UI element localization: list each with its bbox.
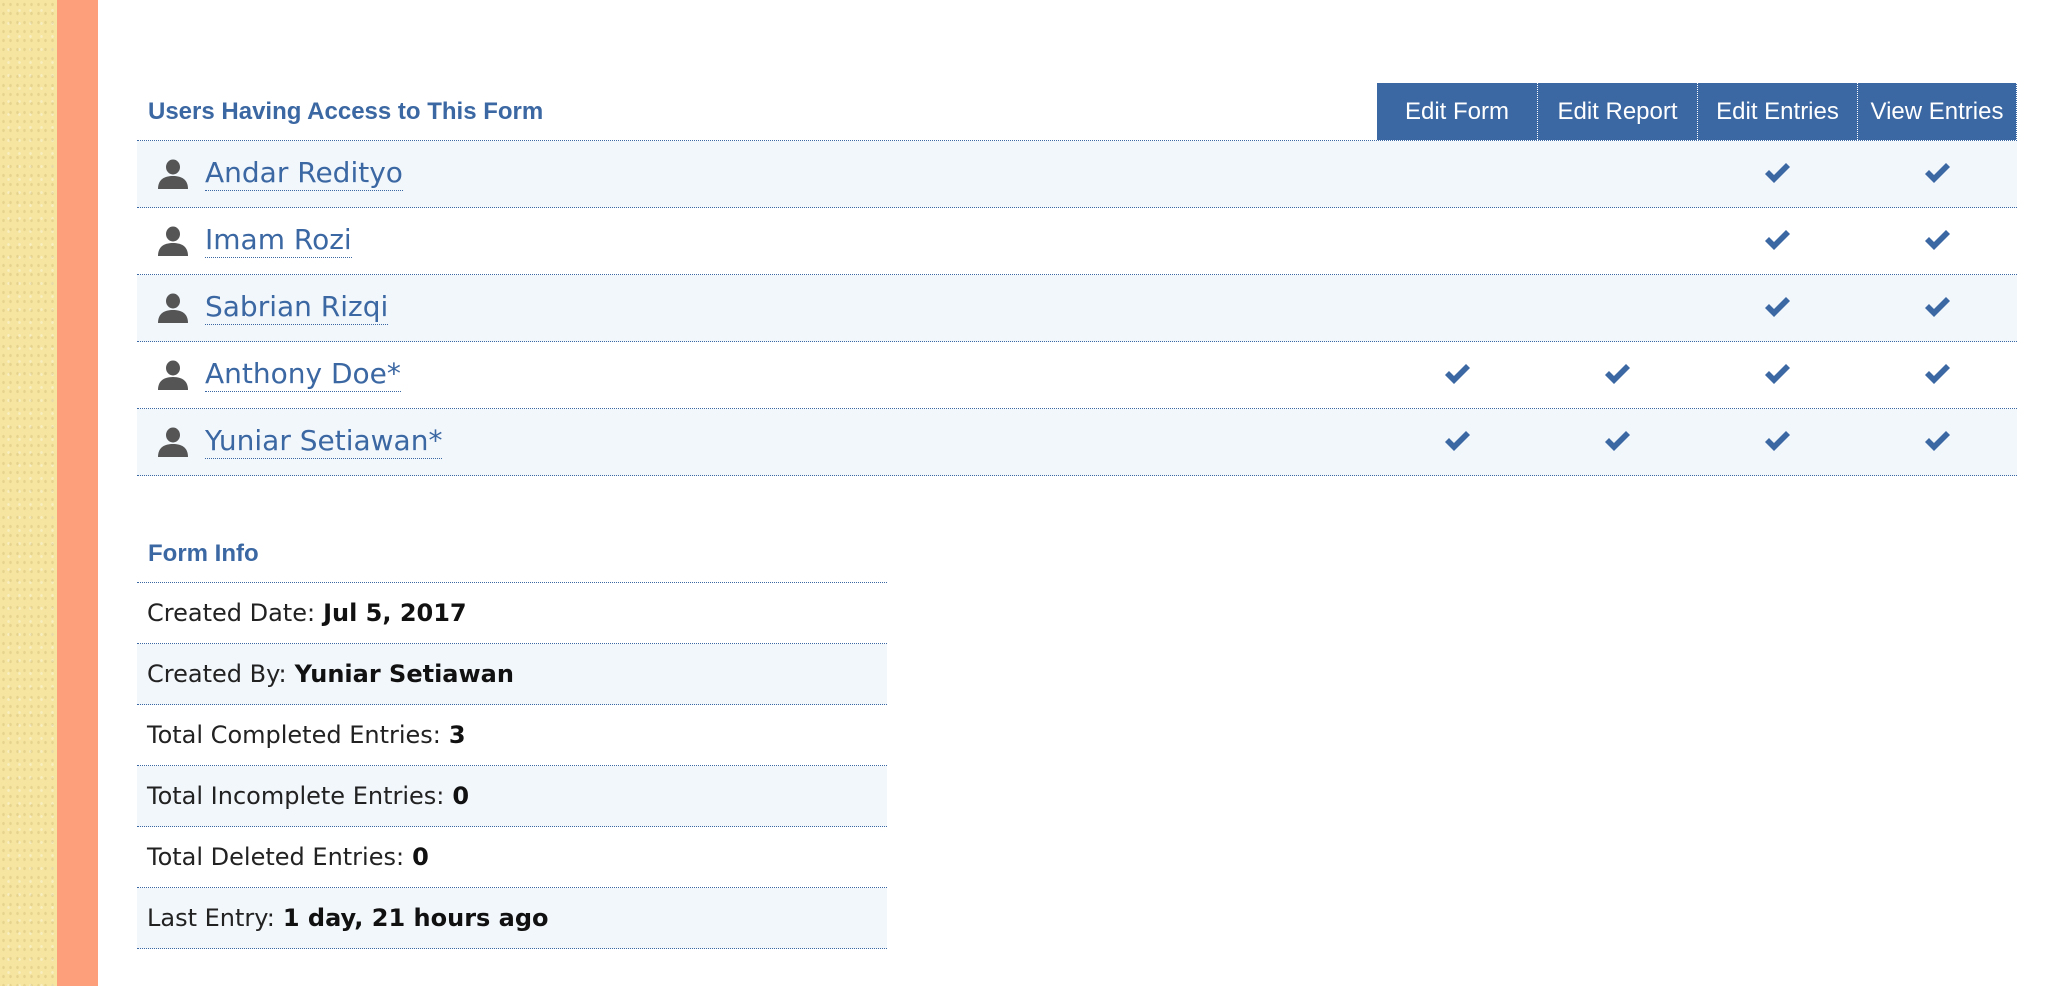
user-icon bbox=[158, 293, 188, 323]
info-label: Total Deleted Entries: bbox=[147, 843, 405, 871]
user-name-link[interactable]: Andar Redityo bbox=[205, 157, 403, 191]
info-value: 3 bbox=[448, 721, 466, 749]
info-row: Created By: Yuniar Setiawan bbox=[137, 644, 887, 705]
permission-cell-edit-report bbox=[1537, 275, 1697, 341]
user-name-link[interactable]: Imam Rozi bbox=[205, 224, 352, 258]
info-label: Created Date: bbox=[147, 599, 316, 627]
checkmark-icon bbox=[1764, 163, 1790, 183]
column-header-edit-form[interactable]: Edit Form bbox=[1377, 83, 1537, 140]
info-value: Jul 5, 2017 bbox=[323, 599, 467, 627]
permission-cell-edit-report bbox=[1537, 141, 1697, 207]
form-info-header: Form Info bbox=[137, 525, 887, 583]
checkmark-icon bbox=[1924, 431, 1950, 451]
column-header-edit-report[interactable]: Edit Report bbox=[1537, 83, 1697, 140]
user-icon bbox=[158, 360, 188, 390]
permission-cell-edit-form bbox=[1377, 342, 1537, 408]
info-label: Last Entry: bbox=[147, 904, 275, 932]
permission-cells bbox=[1377, 342, 2017, 408]
left-paper-background bbox=[0, 0, 58, 986]
permission-cell-edit-form bbox=[1377, 208, 1537, 274]
checkmark-icon bbox=[1924, 230, 1950, 250]
info-value: 0 bbox=[412, 843, 429, 871]
checkmark-icon bbox=[1924, 364, 1950, 384]
checkmark-icon bbox=[1764, 364, 1790, 384]
checkmark-icon bbox=[1604, 364, 1630, 384]
permission-cell-edit-form bbox=[1377, 141, 1537, 207]
permission-cell-view-entries bbox=[1857, 342, 2017, 408]
user-row: Anthony Doe* bbox=[137, 342, 2017, 409]
permission-cell-edit-entries bbox=[1697, 208, 1857, 274]
page: Users Having Access to This Form Edit Fo… bbox=[0, 0, 2054, 986]
permission-cells bbox=[1377, 141, 2017, 207]
permission-cell-edit-entries bbox=[1697, 275, 1857, 341]
permission-cell-edit-entries bbox=[1697, 141, 1857, 207]
checkmark-icon bbox=[1924, 163, 1950, 183]
checkmark-icon bbox=[1764, 230, 1790, 250]
info-value: Yuniar Setiawan bbox=[294, 660, 514, 688]
permission-cells bbox=[1377, 275, 2017, 341]
form-info-title: Form Info bbox=[148, 540, 259, 567]
user-name-link[interactable]: Yuniar Setiawan* bbox=[205, 425, 443, 459]
permission-headers: Edit Form Edit Report Edit Entries View … bbox=[1377, 83, 2017, 140]
checkmark-icon bbox=[1604, 431, 1630, 451]
user-row: Imam Rozi bbox=[137, 208, 2017, 275]
checkmark-icon bbox=[1764, 431, 1790, 451]
info-value: 0 bbox=[452, 782, 470, 810]
left-accent-band bbox=[57, 0, 98, 986]
user-row: Andar Redityo bbox=[137, 141, 2017, 208]
checkmark-icon bbox=[1764, 297, 1790, 317]
info-row: Total Deleted Entries: 0 bbox=[137, 827, 887, 888]
permission-cell-edit-entries bbox=[1697, 342, 1857, 408]
access-section-title: Users Having Access to This Form bbox=[148, 98, 544, 125]
form-info-rows: Created Date: Jul 5, 2017 Created By: Yunia… bbox=[137, 583, 887, 949]
permission-cell-edit-report bbox=[1537, 409, 1697, 475]
info-value: 1 day, 21 hours ago bbox=[282, 904, 549, 932]
info-row: Created Date: Jul 5, 2017 bbox=[137, 583, 887, 644]
permission-cell-view-entries bbox=[1857, 141, 2017, 207]
form-info-table: Form Info Created Date: Jul 5, 2017 Create… bbox=[137, 525, 887, 949]
permission-cell-edit-entries bbox=[1697, 409, 1857, 475]
permission-cells bbox=[1377, 409, 2017, 475]
checkmark-icon bbox=[1444, 364, 1470, 384]
permission-cell-view-entries bbox=[1857, 275, 2017, 341]
info-row: Total Completed Entries: 3 bbox=[137, 705, 887, 766]
permission-cell-edit-form bbox=[1377, 409, 1537, 475]
user-row: Yuniar Setiawan* bbox=[137, 409, 2017, 476]
access-table: Users Having Access to This Form Edit Fo… bbox=[137, 83, 2017, 476]
info-row: Last Entry: 1 day, 21 hours ago bbox=[137, 888, 887, 949]
user-row: Sabrian Rizqi bbox=[137, 275, 2017, 342]
info-label: Total Completed Entries: bbox=[147, 721, 441, 749]
user-icon bbox=[158, 159, 188, 189]
user-icon bbox=[158, 226, 188, 256]
permission-cell-edit-report bbox=[1537, 342, 1697, 408]
permission-cell-view-entries bbox=[1857, 208, 2017, 274]
checkmark-icon bbox=[1924, 297, 1950, 317]
info-label: Total Incomplete Entries: bbox=[147, 782, 445, 810]
user-name-link[interactable]: Sabrian Rizqi bbox=[205, 291, 389, 325]
access-table-header: Users Having Access to This Form Edit Fo… bbox=[137, 83, 2017, 141]
user-icon bbox=[158, 427, 188, 457]
permission-cells bbox=[1377, 208, 2017, 274]
permission-cell-view-entries bbox=[1857, 409, 2017, 475]
permission-cell-edit-form bbox=[1377, 275, 1537, 341]
info-label: Created By: bbox=[147, 660, 287, 688]
user-rows: Andar Redityo Imam Rozi Sabrian Rizqi Antho… bbox=[137, 141, 2017, 476]
user-name-link[interactable]: Anthony Doe* bbox=[205, 358, 401, 392]
permission-cell-edit-report bbox=[1537, 208, 1697, 274]
column-header-edit-entries[interactable]: Edit Entries bbox=[1697, 83, 1857, 140]
column-header-view-entries[interactable]: View Entries bbox=[1857, 83, 2017, 140]
checkmark-icon bbox=[1444, 431, 1470, 451]
info-row: Total Incomplete Entries: 0 bbox=[137, 766, 887, 827]
